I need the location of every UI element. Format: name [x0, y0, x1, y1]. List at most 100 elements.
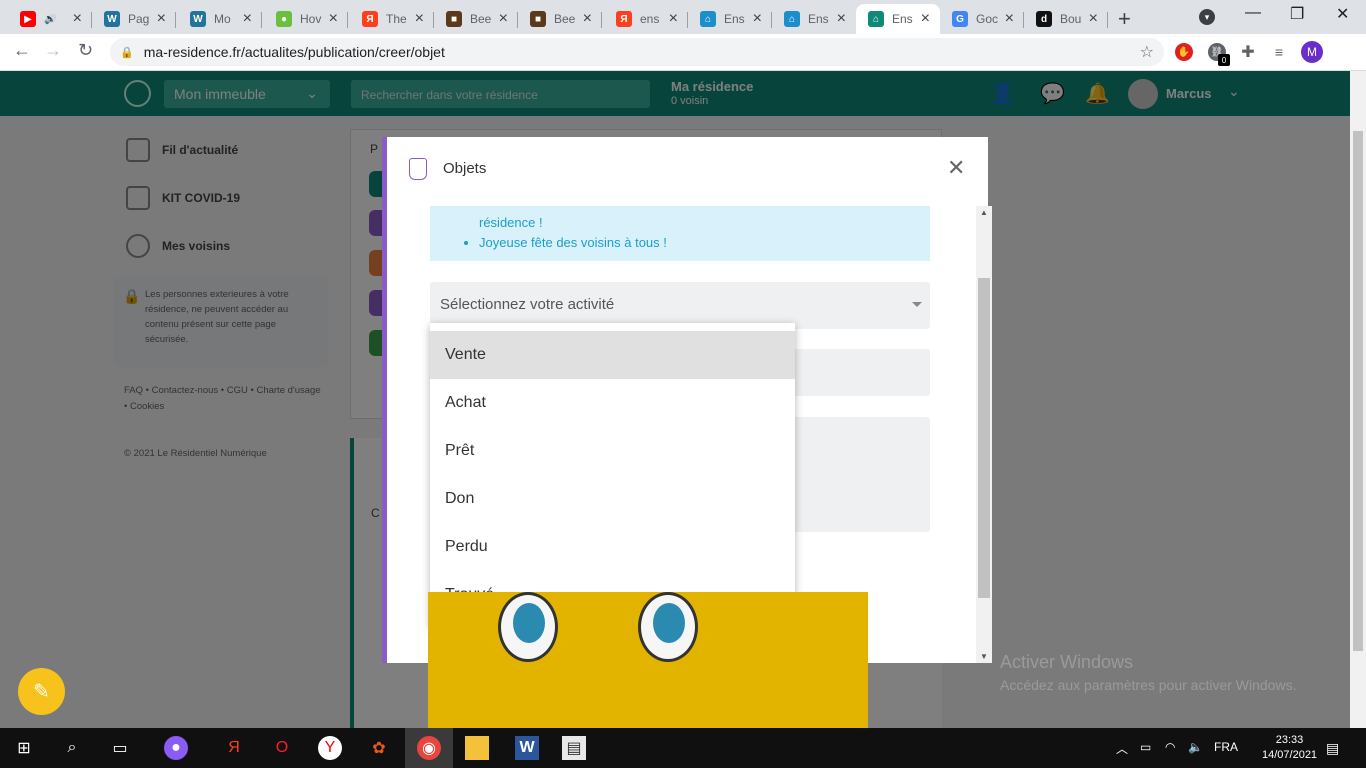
adblock-extension-icon[interactable]: ✋	[1175, 43, 1193, 61]
browser-tab[interactable]: ■ Bee ×	[518, 4, 602, 34]
window-close-icon[interactable]: ✕	[1336, 4, 1349, 24]
restore-icon[interactable]: ❐	[1290, 4, 1304, 24]
windows-start-icon[interactable]: ⊞	[12, 736, 36, 760]
tab-separator	[1107, 12, 1108, 28]
opera-icon[interactable]: O	[270, 736, 294, 760]
activation-watermark-text: Accédez aux paramètres pour activer Wind…	[1000, 677, 1297, 693]
tab-close-icon[interactable]: ×	[415, 10, 424, 28]
system-clock[interactable]: 23:33 14/07/2021	[1262, 733, 1317, 763]
tab-close-icon[interactable]: ×	[243, 10, 252, 28]
tray-chevron-icon[interactable]: ︿	[1116, 740, 1128, 757]
edit-fab-button[interactable]: ✎	[18, 668, 65, 715]
url-text[interactable]: ma-residence.fr/actualites/publication/c…	[144, 44, 445, 60]
browser-tab[interactable]: ⌂ Ens ×	[772, 4, 856, 34]
tab-favicon-icon: ▶	[20, 11, 36, 27]
forward-icon[interactable]: →	[44, 40, 62, 61]
tab-audio-icon[interactable]: 🔊	[44, 14, 66, 25]
volume-icon[interactable]: 🔈	[1188, 740, 1203, 754]
tab-close-icon[interactable]: ×	[669, 10, 678, 28]
activity-select-placeholder: Sélectionnez votre activité	[440, 296, 615, 313]
new-tab-button[interactable]: +	[1118, 6, 1131, 32]
option-pret[interactable]: Prêt	[430, 427, 795, 475]
clock-date: 14/07/2021	[1262, 749, 1318, 761]
emoji-eye	[638, 592, 698, 662]
yandex-browser-icon[interactable]: Y	[318, 736, 342, 760]
browser-tab[interactable]: G Goc ×	[940, 4, 1024, 34]
media-queue-icon[interactable]: ≡	[1270, 43, 1288, 61]
file-explorer-icon[interactable]: ▬	[465, 736, 489, 760]
address-bar[interactable]: 🔒 ma-residence.fr/actualites/publication…	[110, 38, 1164, 66]
extensions-puzzle-icon[interactable]: ✚	[1239, 43, 1257, 61]
browser-tab-strip: ▶ 🔊 × W Pag × W Mo × ● Hov × Я The × ■ Bee × ■ Bee × Яens × ⌂ En…	[0, 0, 1366, 34]
notification-center-icon[interactable]: ▤	[1326, 740, 1339, 757]
tab-close-icon[interactable]: ×	[753, 10, 762, 28]
tab-title: Pag	[128, 12, 150, 26]
tab-close-icon[interactable]: ×	[1005, 10, 1014, 28]
tab-close-icon[interactable]: ×	[73, 10, 82, 28]
tab-favicon-icon: W	[104, 11, 120, 27]
browser-tab[interactable]: ⌂ Ens ×	[856, 4, 940, 34]
browser-tab[interactable]: ■ Bee ×	[434, 4, 518, 34]
tab-title: Bee	[554, 12, 576, 26]
close-icon[interactable]: ✕	[947, 155, 965, 181]
app-icon[interactable]: ▤	[562, 736, 586, 760]
browser-tab[interactable]: ● Hov ×	[264, 4, 348, 34]
reload-icon[interactable]: ↻	[78, 40, 93, 61]
activation-watermark-title: Activer Windows	[1000, 652, 1134, 672]
tab-separator	[175, 12, 176, 28]
minimize-icon[interactable]: —	[1245, 4, 1261, 22]
browser-tab[interactable]: W Mo ×	[178, 4, 262, 34]
tab-close-icon[interactable]: ×	[921, 10, 930, 28]
tab-favicon-icon: ■	[530, 11, 546, 27]
scroll-up-icon[interactable]: ▲	[980, 208, 988, 217]
alice-icon[interactable]: ●	[164, 736, 188, 760]
chrome-icon[interactable]: ◉	[417, 736, 441, 760]
battery-icon[interactable]: ▭	[1140, 740, 1151, 754]
tab-close-icon[interactable]: ×	[157, 10, 166, 28]
option-don[interactable]: Don	[430, 475, 795, 523]
tab-close-icon[interactable]: ×	[583, 10, 592, 28]
yandex-icon[interactable]: Я	[222, 736, 246, 760]
extension-badge: 0	[1218, 54, 1230, 66]
option-perdu[interactable]: Perdu	[430, 523, 795, 571]
bookmark-star-icon[interactable]: ☆	[1140, 42, 1154, 62]
wifi-icon[interactable]: ◠	[1165, 740, 1175, 754]
info-bullet: Joyeuse fête des voisins à tous !	[479, 233, 930, 253]
task-view-icon[interactable]: ▭	[108, 736, 132, 760]
profile-avatar[interactable]: M	[1301, 41, 1323, 63]
browser-tab[interactable]: d Bou ×	[1024, 4, 1108, 34]
tab-close-icon[interactable]: ×	[329, 10, 338, 28]
app-icon[interactable]: ✿	[367, 736, 391, 760]
emoji-image	[428, 592, 868, 728]
modal-backdrop-header[interactable]	[0, 71, 1350, 116]
page-scrollbar-thumb[interactable]	[1353, 131, 1363, 651]
back-icon[interactable]: ←	[13, 40, 31, 61]
emoji-eye	[498, 592, 558, 662]
language-indicator[interactable]: FRA	[1214, 740, 1238, 754]
word-icon[interactable]: W	[515, 736, 539, 760]
browser-tab[interactable]: Яens ×	[604, 4, 688, 34]
tab-close-icon[interactable]: ×	[499, 10, 508, 28]
option-vente[interactable]: Vente	[430, 331, 795, 379]
page-scrollbar[interactable]	[1350, 71, 1366, 728]
modal-scrollbar[interactable]: ▲ ▼	[976, 206, 992, 663]
tab-favicon-icon: d	[1036, 11, 1052, 27]
tab-favicon-icon: ⌂	[700, 11, 716, 27]
lock-icon: 🔒	[120, 46, 134, 59]
lamp-icon	[409, 158, 427, 180]
browser-tab[interactable]: ⌂ Ens ×	[688, 4, 772, 34]
browser-tab[interactable]: Я The ×	[350, 4, 434, 34]
tab-search-icon[interactable]: ▾	[1199, 9, 1215, 25]
browser-tab[interactable]: W Pag ×	[92, 4, 176, 34]
search-icon[interactable]: ⌕	[60, 736, 84, 760]
info-line: résidence !	[479, 215, 543, 230]
tab-favicon-icon: ●	[276, 11, 292, 27]
tab-close-icon[interactable]: ×	[1089, 10, 1098, 28]
browser-tab[interactable]: ▶ 🔊 ×	[8, 4, 92, 34]
scrollbar-thumb[interactable]	[978, 278, 990, 598]
scroll-down-icon[interactable]: ▼	[980, 652, 988, 661]
tab-close-icon[interactable]: ×	[837, 10, 846, 28]
tab-title: Ens	[892, 12, 913, 26]
option-achat[interactable]: Achat	[430, 379, 795, 427]
activity-select[interactable]: Sélectionnez votre activité	[430, 282, 930, 329]
